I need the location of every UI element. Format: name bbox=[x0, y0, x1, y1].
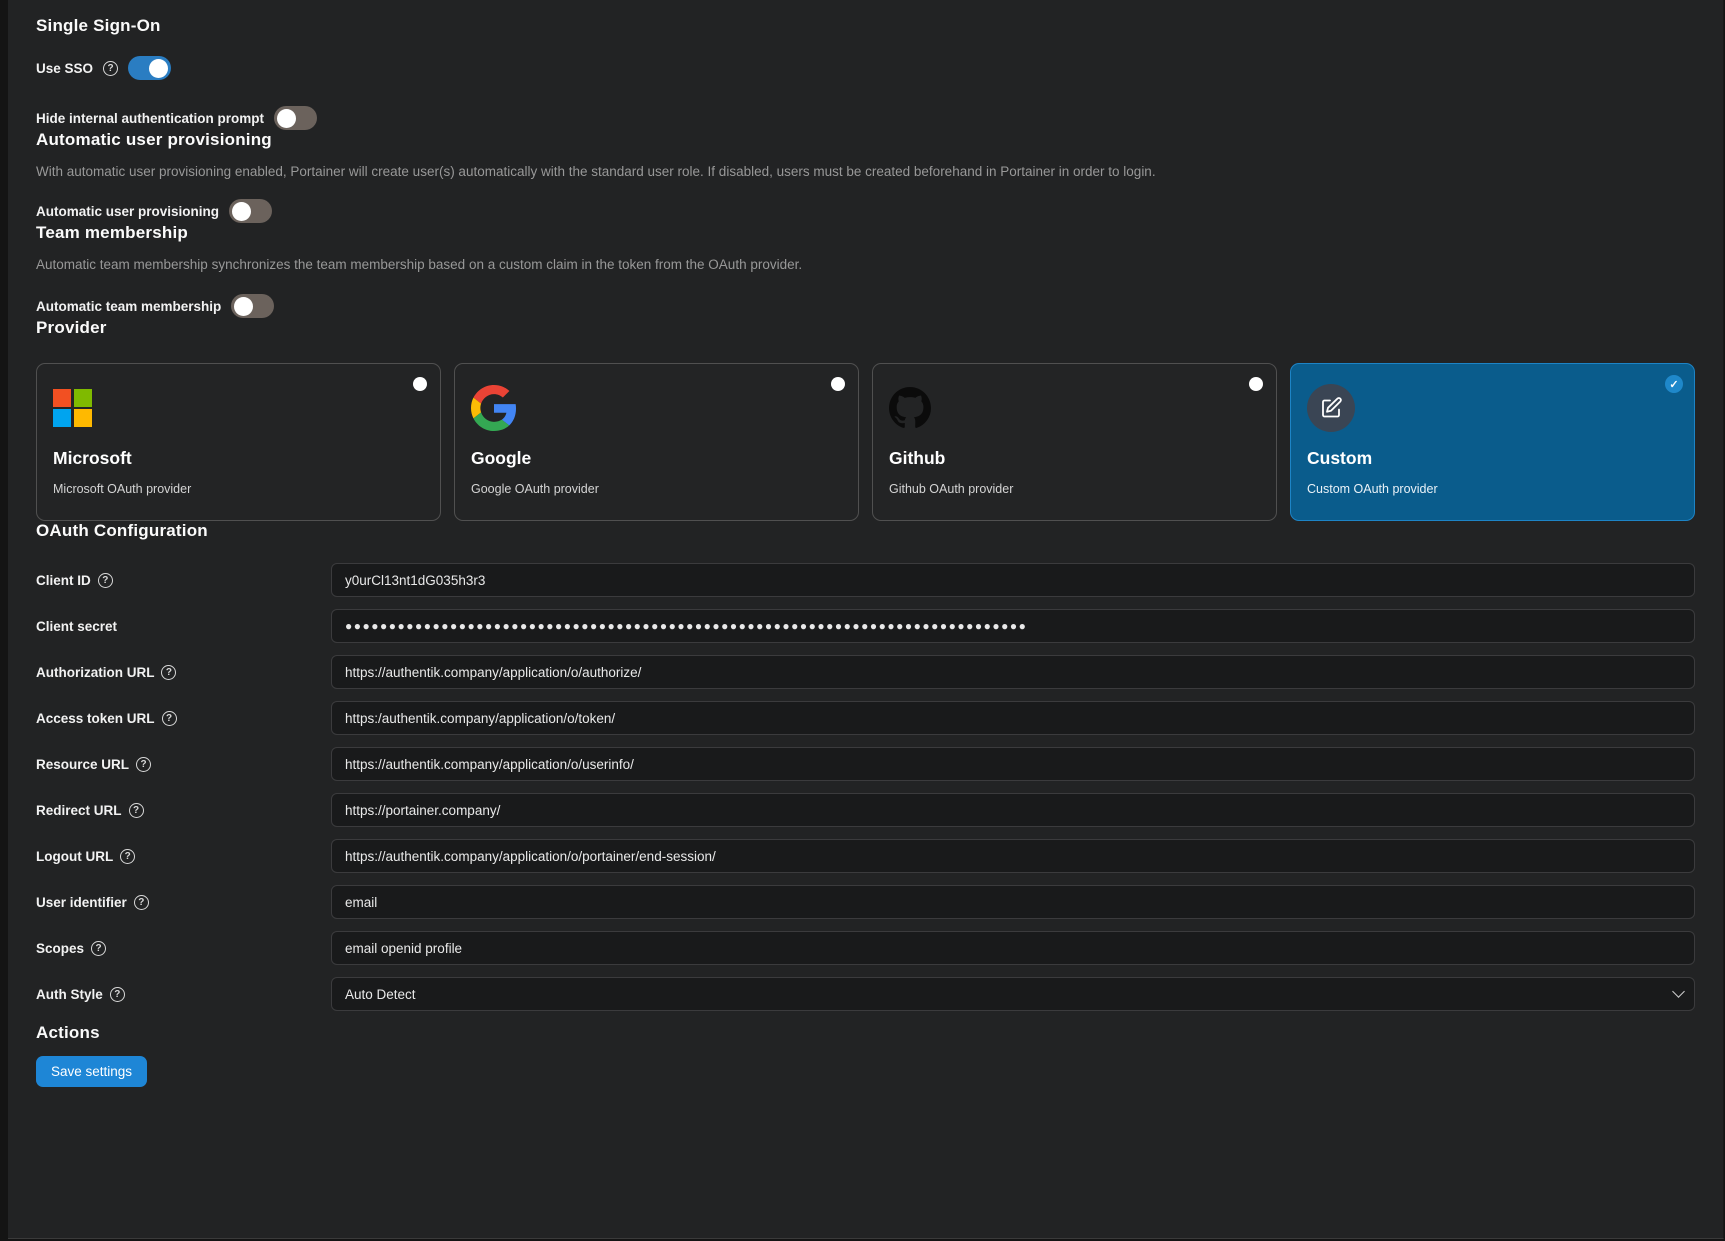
user-identifier-label: User identifier bbox=[36, 895, 127, 910]
client-id-input[interactable] bbox=[331, 563, 1695, 597]
radio-unselected-icon[interactable] bbox=[413, 377, 427, 391]
authorization-url-input[interactable] bbox=[331, 655, 1695, 689]
use-sso-help-icon[interactable]: ? bbox=[103, 61, 118, 76]
provider-cards: Microsoft Microsoft OAuth provider Googl… bbox=[36, 363, 1695, 521]
provider-card-description: Microsoft OAuth provider bbox=[53, 482, 424, 496]
toggle-knob bbox=[149, 59, 168, 78]
auto-provisioning-toggle[interactable] bbox=[229, 199, 272, 223]
redirect-url-row: Redirect URL ? bbox=[36, 793, 1695, 827]
resource-url-help-icon[interactable]: ? bbox=[136, 757, 151, 772]
scopes-input[interactable] bbox=[331, 931, 1695, 965]
client-secret-row: Client secret bbox=[36, 609, 1695, 643]
scopes-row: Scopes ? bbox=[36, 931, 1695, 965]
hide-internal-auth-row: Hide internal authentication prompt bbox=[36, 106, 1695, 130]
google-logo-icon bbox=[471, 384, 842, 432]
user-identifier-input[interactable] bbox=[331, 885, 1695, 919]
toggle-knob bbox=[277, 109, 296, 128]
oauth-settings-panel: Single Sign-On Use SSO ? Hide internal a… bbox=[8, 0, 1724, 1239]
auth-style-label: Auth Style bbox=[36, 987, 103, 1002]
actions-section-title: Actions bbox=[36, 1023, 1695, 1043]
user-identifier-row: User identifier ? bbox=[36, 885, 1695, 919]
access-token-url-label: Access token URL bbox=[36, 711, 155, 726]
use-sso-row: Use SSO ? bbox=[36, 56, 1695, 80]
provider-section-title: Provider bbox=[36, 318, 1695, 338]
radio-unselected-icon[interactable] bbox=[831, 377, 845, 391]
check-selected-icon: ✓ bbox=[1665, 375, 1683, 393]
auto-team-membership-toggle[interactable] bbox=[231, 294, 274, 318]
logout-url-label: Logout URL bbox=[36, 849, 113, 864]
hide-internal-auth-toggle[interactable] bbox=[274, 106, 317, 130]
auth-style-row: Auth Style ? Auto Detect bbox=[36, 977, 1695, 1011]
scopes-help-icon[interactable]: ? bbox=[91, 941, 106, 956]
provider-card-custom[interactable]: ✓ Custom Custom OAuth provider bbox=[1290, 363, 1695, 521]
provider-card-title: Google bbox=[471, 448, 842, 469]
auto-team-membership-label: Automatic team membership bbox=[36, 299, 221, 314]
team-membership-section-title: Team membership bbox=[36, 223, 1695, 243]
redirect-url-input[interactable] bbox=[331, 793, 1695, 827]
auto-team-membership-row: Automatic team membership bbox=[36, 294, 1695, 318]
radio-unselected-icon[interactable] bbox=[1249, 377, 1263, 391]
authorization-url-row: Authorization URL ? bbox=[36, 655, 1695, 689]
logout-url-help-icon[interactable]: ? bbox=[120, 849, 135, 864]
edit-icon bbox=[1307, 384, 1678, 432]
provider-card-microsoft[interactable]: Microsoft Microsoft OAuth provider bbox=[36, 363, 441, 521]
oauth-section-title: OAuth Configuration bbox=[36, 521, 1695, 541]
auth-style-help-icon[interactable]: ? bbox=[110, 987, 125, 1002]
logout-url-row: Logout URL ? bbox=[36, 839, 1695, 873]
sso-section-title: Single Sign-On bbox=[36, 16, 1695, 36]
access-token-url-help-icon[interactable]: ? bbox=[162, 711, 177, 726]
provider-card-google[interactable]: Google Google OAuth provider bbox=[454, 363, 859, 521]
access-token-url-input[interactable] bbox=[331, 701, 1695, 735]
redirect-url-label: Redirect URL bbox=[36, 803, 122, 818]
toggle-knob bbox=[234, 297, 253, 316]
use-sso-label: Use SSO bbox=[36, 61, 93, 76]
provider-card-description: Custom OAuth provider bbox=[1307, 482, 1678, 496]
logout-url-input[interactable] bbox=[331, 839, 1695, 873]
provider-card-description: Github OAuth provider bbox=[889, 482, 1260, 496]
client-id-label: Client ID bbox=[36, 573, 91, 588]
auth-style-select[interactable]: Auto Detect bbox=[331, 977, 1695, 1011]
client-id-row: Client ID ? bbox=[36, 563, 1695, 597]
client-secret-label: Client secret bbox=[36, 619, 117, 634]
user-identifier-help-icon[interactable]: ? bbox=[134, 895, 149, 910]
use-sso-toggle[interactable] bbox=[128, 56, 171, 80]
resource-url-input[interactable] bbox=[331, 747, 1695, 781]
provider-card-title: Github bbox=[889, 448, 1260, 469]
microsoft-logo-icon bbox=[53, 384, 424, 432]
save-settings-button[interactable]: Save settings bbox=[36, 1056, 147, 1087]
redirect-url-help-icon[interactable]: ? bbox=[129, 803, 144, 818]
provider-card-title: Custom bbox=[1307, 448, 1678, 469]
oauth-form: Client ID ? Client secret Authorization … bbox=[36, 563, 1695, 1011]
authorization-url-label: Authorization URL bbox=[36, 665, 154, 680]
github-logo-icon bbox=[889, 384, 1260, 432]
authorization-url-help-icon[interactable]: ? bbox=[161, 665, 176, 680]
provisioning-section-title: Automatic user provisioning bbox=[36, 130, 1695, 150]
auto-provisioning-label: Automatic user provisioning bbox=[36, 204, 219, 219]
provider-card-description: Google OAuth provider bbox=[471, 482, 842, 496]
provisioning-description: With automatic user provisioning enabled… bbox=[36, 164, 1695, 179]
scopes-label: Scopes bbox=[36, 941, 84, 956]
hide-internal-auth-label: Hide internal authentication prompt bbox=[36, 111, 264, 126]
auto-provisioning-row: Automatic user provisioning bbox=[36, 199, 1695, 223]
provider-card-github[interactable]: Github Github OAuth provider bbox=[872, 363, 1277, 521]
client-id-help-icon[interactable]: ? bbox=[98, 573, 113, 588]
provider-card-title: Microsoft bbox=[53, 448, 424, 469]
resource-url-row: Resource URL ? bbox=[36, 747, 1695, 781]
client-secret-input[interactable] bbox=[331, 609, 1695, 643]
toggle-knob bbox=[232, 202, 251, 221]
team-membership-description: Automatic team membership synchronizes t… bbox=[36, 257, 1695, 272]
access-token-url-row: Access token URL ? bbox=[36, 701, 1695, 735]
resource-url-label: Resource URL bbox=[36, 757, 129, 772]
